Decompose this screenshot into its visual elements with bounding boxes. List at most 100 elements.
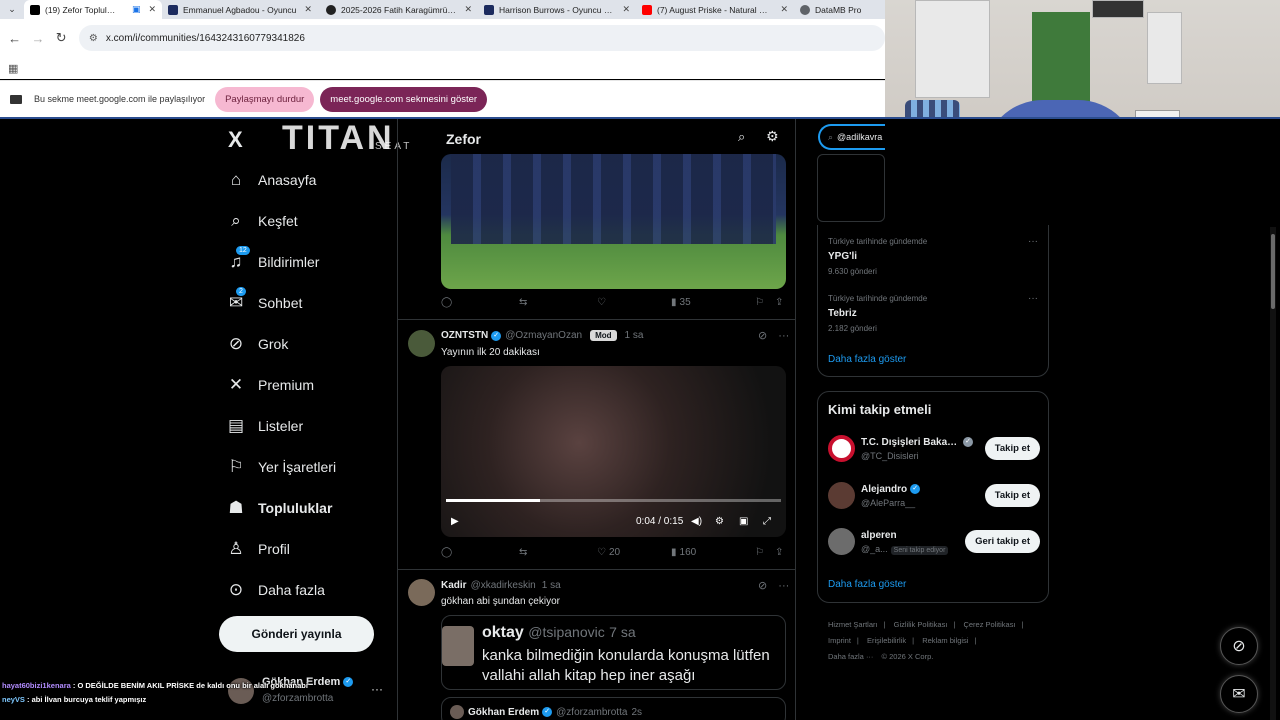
community-timeline: Zefor ⌕ ⚙ ◯ ⇆ ♡ ▮ 35 ⚐ ⇪ OZNTSTN ✓ @Ozma… bbox=[397, 119, 796, 720]
browser-tab[interactable]: Emmanuel Agbadou - Oyuncu ✕ bbox=[162, 0, 320, 19]
browser-tab-active[interactable]: (19) Zefor Topluluk / X ▣ ✕ bbox=[24, 0, 162, 19]
post-time[interactable]: 1 sa bbox=[542, 580, 561, 591]
follow-back-button[interactable]: Geri takip et bbox=[965, 530, 1040, 553]
bookmark-icon: ⚐ bbox=[228, 457, 244, 476]
repost-icon[interactable]: ⇆ bbox=[519, 297, 597, 308]
footer-link[interactable]: Imprint bbox=[828, 636, 851, 645]
repost-icon[interactable]: ⇆ bbox=[519, 547, 597, 558]
video-progress-bar[interactable] bbox=[446, 499, 781, 502]
follow-suggestion[interactable]: T.C. Dışişleri Bakan... ✓ @TC_Disisleri T… bbox=[828, 435, 1040, 462]
author-name[interactable]: OZNTSTN bbox=[441, 330, 488, 341]
settings-icon[interactable]: ⚙ bbox=[715, 516, 739, 527]
bookmark-icon[interactable]: ⚐ bbox=[755, 547, 775, 558]
show-more-link[interactable]: Daha fazla göster bbox=[828, 579, 906, 590]
tab-close-icon[interactable]: ✕ bbox=[622, 4, 630, 15]
browser-tab[interactable]: Harrison Burrows - Oyuncu pro ✕ bbox=[478, 0, 636, 19]
fullscreen-icon[interactable]: ⤢ bbox=[763, 516, 771, 527]
footer-link[interactable]: Daha fazla ··· bbox=[828, 652, 873, 661]
quoted-post-nested[interactable]: Gökhan Erdem ✓ @zforzambrotta 2s bbox=[441, 697, 786, 720]
panel-title: Kimi takip etmeli bbox=[828, 402, 932, 417]
share-icon[interactable]: ⇪ bbox=[775, 547, 783, 558]
tab-mediaicon[interactable]: ▣ bbox=[132, 4, 141, 15]
reply-icon[interactable]: ◯ bbox=[441, 297, 519, 308]
author-name[interactable]: Kadir bbox=[441, 580, 467, 591]
search-icon[interactable]: ⌕ bbox=[738, 129, 745, 145]
nav-bookmarks[interactable]: ⚐ Yer İşaretleri bbox=[226, 453, 336, 481]
nav-grok[interactable]: ⊘ Grok bbox=[226, 330, 288, 358]
trend-item[interactable]: Türkiye tarihinde gündemde YPG'li 9.630 … bbox=[828, 237, 927, 276]
avatar[interactable] bbox=[408, 330, 435, 357]
bookmark-icon[interactable]: ⚐ bbox=[755, 297, 775, 308]
footer-sep: | bbox=[974, 636, 977, 645]
footer-link[interactable]: Çerez Politikası bbox=[963, 620, 1015, 629]
trend-category: Türkiye tarihinde gündemde bbox=[828, 294, 928, 303]
nav-explore[interactable]: ⌕ Keşfet bbox=[226, 207, 297, 235]
nav-premium[interactable]: ✕ Premium bbox=[226, 371, 314, 399]
show-more-link[interactable]: Daha fazla göster bbox=[828, 354, 906, 365]
more-dots-icon[interactable]: ··· bbox=[1028, 236, 1038, 247]
like-icon[interactable]: ♡ bbox=[597, 297, 671, 308]
post-button[interactable]: Gönderi yayınla bbox=[219, 616, 374, 652]
follow-suggestion[interactable]: Alejandro ✓ @AleParra__ Takip et bbox=[828, 482, 1040, 509]
browser-tab[interactable]: (7) August Priske - Natural Goal ✕ bbox=[636, 0, 794, 19]
quoted-post[interactable]: oktay @tsipanovic 7 sa kanka bilmediğin … bbox=[441, 615, 786, 690]
video-player[interactable]: ▶ 0:04 / 0:15 ◀) ⚙ ▣ ⤢ bbox=[441, 366, 786, 537]
grok-icon[interactable]: ⊘ bbox=[758, 580, 767, 592]
x-logo-icon[interactable]: X bbox=[228, 127, 243, 153]
follow-button[interactable]: Takip et bbox=[984, 484, 1040, 507]
footer-link[interactable]: Gizlilik Politikası bbox=[894, 620, 948, 629]
forward-arrow-icon[interactable]: → bbox=[26, 31, 49, 46]
reload-icon[interactable]: ↻ bbox=[50, 30, 73, 46]
stop-sharing-button[interactable]: Paylaşmayı durdur bbox=[215, 86, 315, 112]
browser-tab[interactable]: 2025-2026 Fatih Karagümrük S.K. ✕ bbox=[320, 0, 478, 19]
nav-home[interactable]: ⌂ Anasayfa bbox=[226, 166, 317, 194]
tab-close-icon[interactable]: ✕ bbox=[148, 4, 156, 15]
more-dots-icon[interactable]: ··· bbox=[778, 580, 789, 592]
follow-suggestion[interactable]: alperen @_a... Seni takip ediyor Geri tak… bbox=[828, 528, 1040, 555]
grok-icon[interactable]: ⊘ bbox=[758, 330, 767, 342]
nav-more[interactable]: ⊙ Daha fazla bbox=[226, 576, 325, 604]
back-arrow-icon[interactable]: ← bbox=[3, 31, 26, 46]
post-time[interactable]: 1 sa bbox=[625, 330, 644, 341]
like-icon[interactable]: ♡ 20 bbox=[597, 547, 671, 558]
tab-close-icon[interactable]: ✕ bbox=[304, 4, 312, 15]
views-icon[interactable]: ▮ 160 bbox=[671, 547, 755, 558]
share-icon[interactable]: ⇪ bbox=[775, 297, 783, 308]
site-info-icon[interactable]: ⚙ bbox=[89, 33, 98, 44]
views-icon[interactable]: ▮ 35 bbox=[671, 297, 755, 308]
author-handle[interactable]: @xkadirkeskin bbox=[471, 580, 536, 591]
tm-favicon-icon bbox=[168, 4, 178, 15]
tab-search-chevron-icon[interactable]: ⌄ bbox=[0, 0, 24, 19]
more-dots-icon[interactable]: ··· bbox=[1028, 293, 1038, 304]
footer-link[interactable]: Reklam bilgisi bbox=[922, 636, 968, 645]
nav-communities[interactable]: ☗ Topluluklar bbox=[226, 494, 332, 522]
volume-icon[interactable]: ◀) bbox=[691, 516, 715, 527]
url-field[interactable]: ⚙ x.com/i/communities/164324316077934182… bbox=[78, 25, 885, 51]
footer-link[interactable]: Erişilebilirlik bbox=[867, 636, 906, 645]
gear-icon[interactable]: ⚙ bbox=[766, 128, 779, 145]
scrollbar-thumb[interactable] bbox=[1271, 234, 1275, 309]
tab-close-icon[interactable]: ✕ bbox=[780, 4, 788, 15]
messages-fab-icon[interactable]: ✉ bbox=[1220, 675, 1258, 713]
author-handle[interactable]: @OzmayanOzan bbox=[505, 330, 582, 341]
post-image[interactable] bbox=[441, 154, 786, 289]
footer-links: Hizmet Şartları | Gizlilik Politikası | Çe… bbox=[828, 617, 1038, 665]
nav-notifications[interactable]: ♫ 12 Bildirimler bbox=[226, 246, 319, 276]
search-input[interactable]: ⌕ @adilkavra bbox=[818, 124, 885, 150]
avatar[interactable] bbox=[408, 579, 435, 606]
reply-icon[interactable]: ◯ bbox=[441, 547, 519, 558]
tab-close-icon[interactable]: ✕ bbox=[464, 4, 472, 15]
show-meet-tab-button[interactable]: meet.google.com sekmesini göster bbox=[320, 86, 488, 112]
apps-grid-icon[interactable]: ▦ bbox=[8, 62, 18, 75]
more-dots-icon[interactable]: ··· bbox=[778, 330, 789, 342]
nav-profile[interactable]: ♙ Profil bbox=[226, 535, 290, 563]
trend-item[interactable]: Türkiye tarihinde gündemde Tebriz 2.182 … bbox=[828, 294, 927, 333]
play-icon[interactable]: ▶ bbox=[451, 516, 636, 527]
pip-icon[interactable]: ▣ bbox=[739, 516, 763, 527]
grok-fab-icon[interactable]: ⊘ bbox=[1220, 627, 1258, 665]
nav-lists[interactable]: ▤ Listeler bbox=[226, 412, 303, 440]
follow-button[interactable]: Takip et bbox=[984, 437, 1040, 460]
browser-tab[interactable]: DataMB Pro bbox=[794, 0, 864, 19]
footer-link[interactable]: Hizmet Şartları bbox=[828, 620, 878, 629]
nav-chat[interactable]: ✉ 2 Sohbet bbox=[226, 287, 302, 317]
